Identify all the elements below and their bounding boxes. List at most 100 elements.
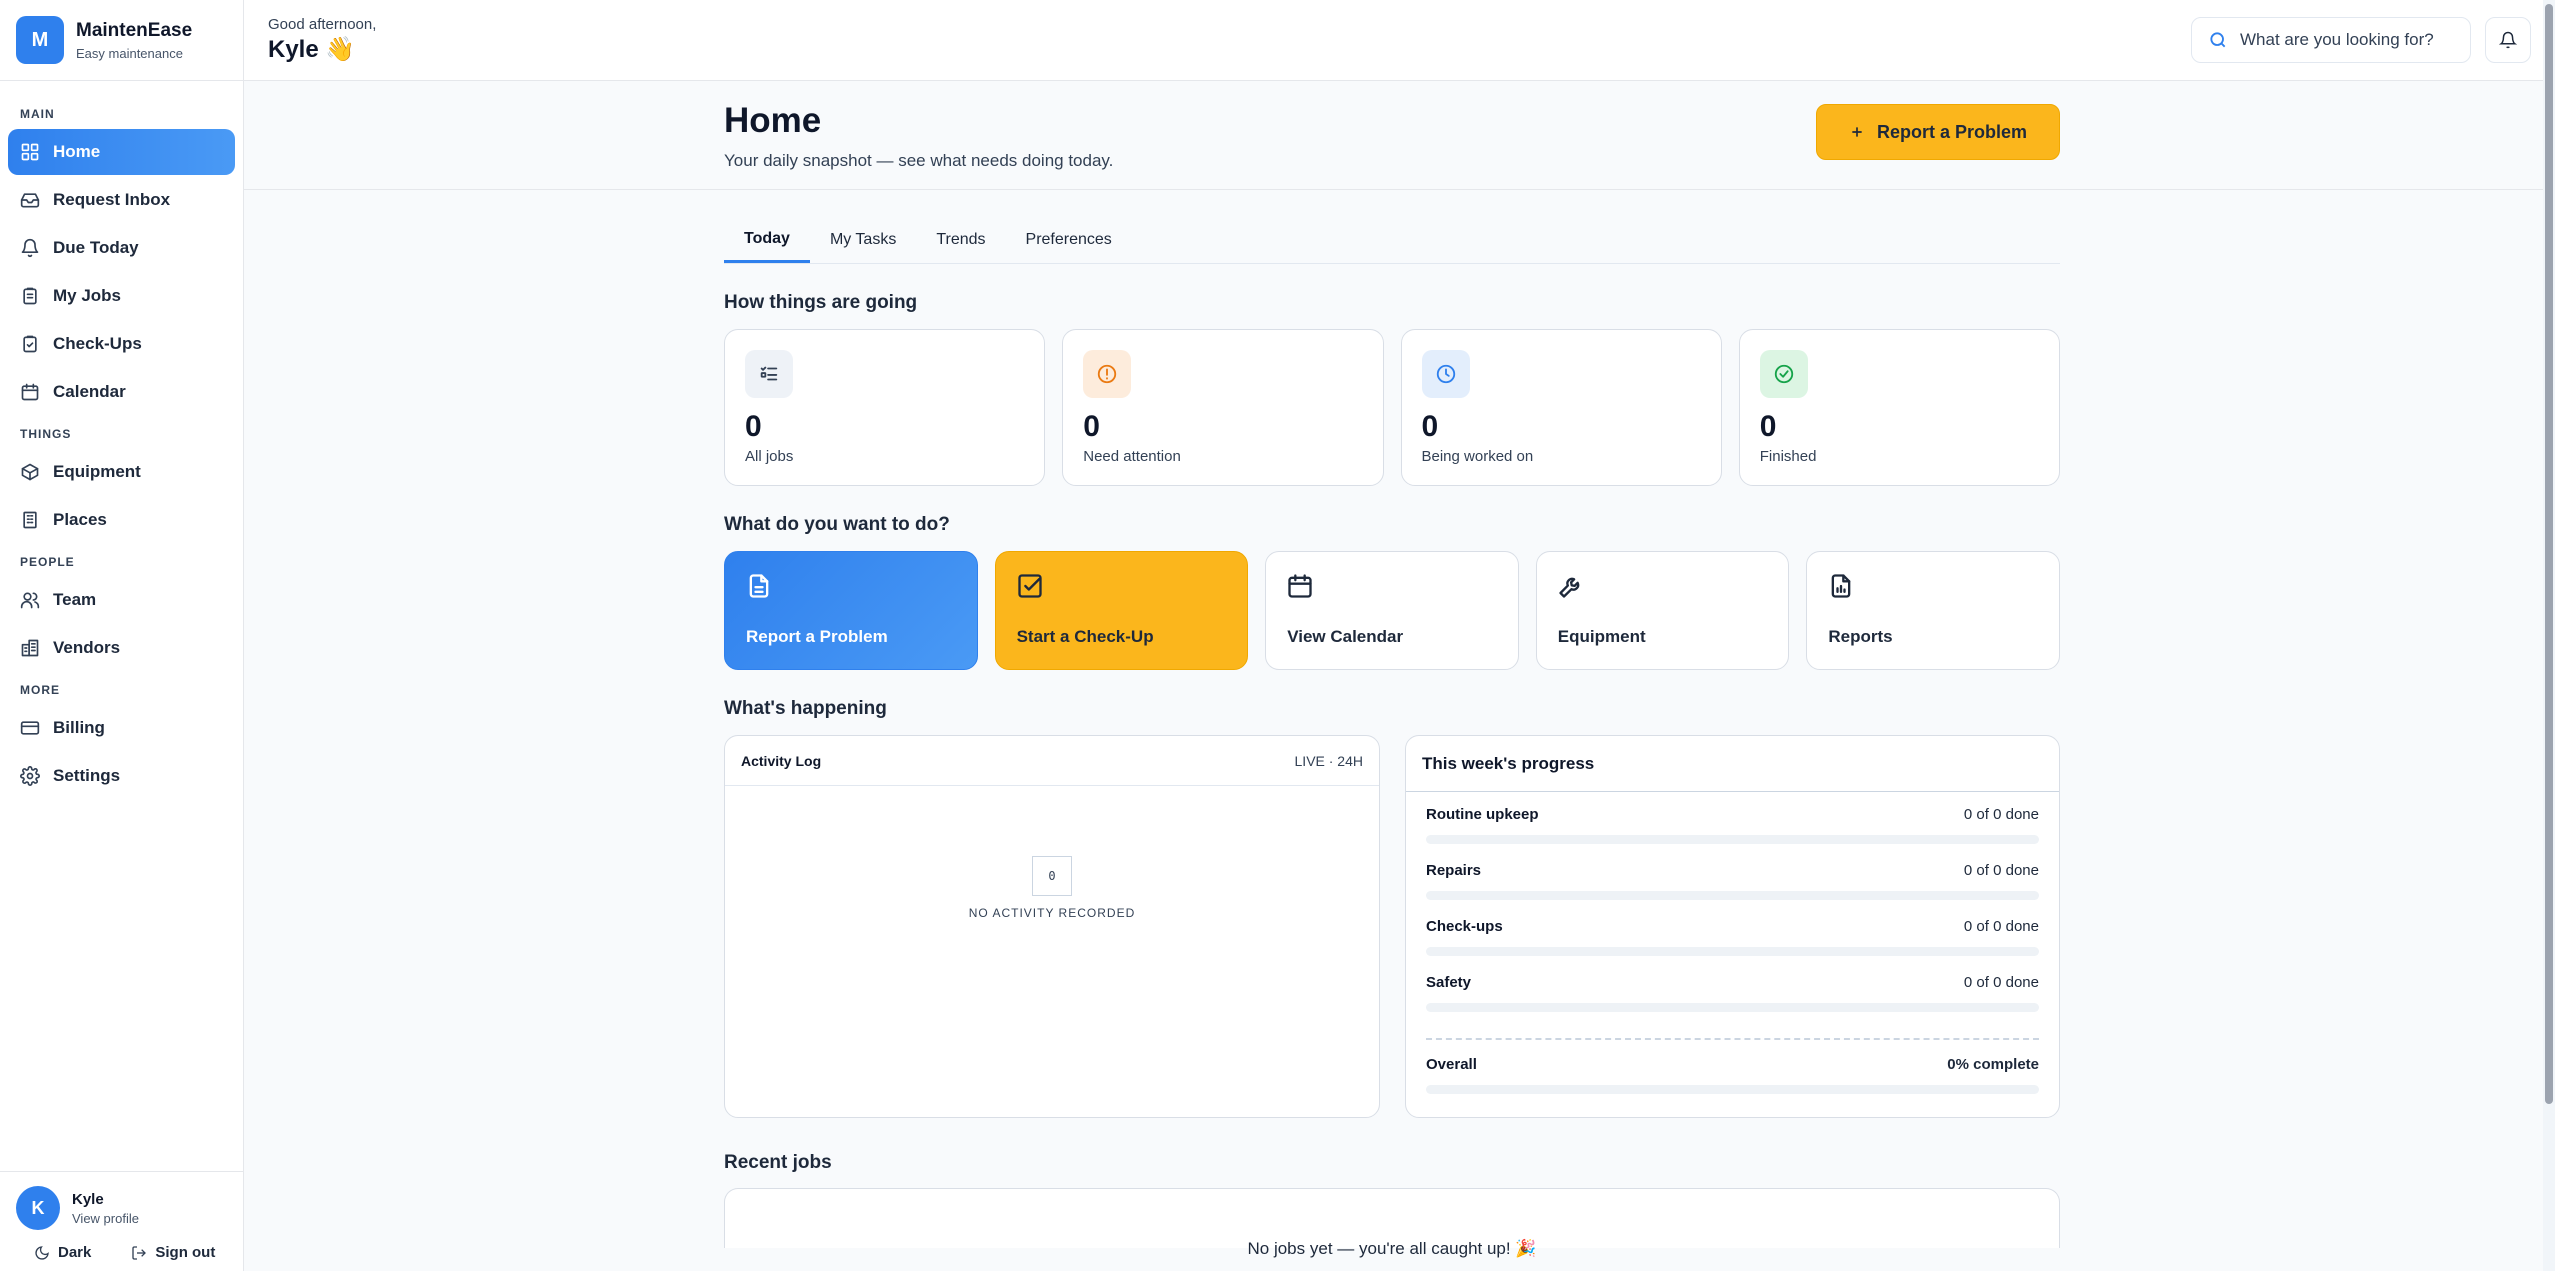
sidebar-item-request-inbox[interactable]: Request Inbox xyxy=(8,177,235,223)
activity-count: 0 xyxy=(1032,856,1072,896)
action-reports[interactable]: Reports xyxy=(1806,551,2060,670)
action-view-calendar[interactable]: View Calendar xyxy=(1265,551,1519,670)
progress-row-repairs: Repairs 0 of 0 done xyxy=(1426,862,2039,918)
action-start-a-check-up[interactable]: Start a Check-Up xyxy=(994,551,1249,670)
tab-today[interactable]: Today xyxy=(724,230,810,263)
plus-icon xyxy=(1852,127,1862,137)
activity-log-panel: Activity Log LIVE · 24H 0 NO ACTIVITY RE… xyxy=(724,735,1380,1118)
sidebar-item-places[interactable]: Places xyxy=(8,497,235,543)
brand-logo: M xyxy=(16,16,64,64)
checkbox-icon xyxy=(1017,574,1042,598)
brand-tagline: Easy maintenance xyxy=(76,45,183,61)
scrollbar-thumb[interactable] xyxy=(2545,4,2553,1104)
progress-name: Safety xyxy=(1426,974,1472,991)
activity-log-title: Activity Log xyxy=(741,752,822,769)
progress-bar xyxy=(1426,835,2039,844)
stat-label: Finished xyxy=(1759,448,1817,465)
bell-icon xyxy=(21,238,39,258)
stat-label: All jobs xyxy=(745,448,794,465)
sidebar-item-label: Home xyxy=(53,142,101,161)
progress-name: Routine upkeep xyxy=(1426,806,1539,823)
topbar: Good afternoon, Kyle 👋 xyxy=(244,0,2555,81)
main: Good afternoon, Kyle 👋 Home Your daily s… xyxy=(244,0,2555,1271)
action-label: Start a Check-Up xyxy=(1016,627,1154,646)
notifications-button[interactable] xyxy=(2485,17,2531,63)
stat-icon-wrap xyxy=(1421,350,1470,398)
stat-card-being-worked-on[interactable]: 0 Being worked on xyxy=(1400,329,1722,486)
stat-label: Need attention xyxy=(1083,448,1181,465)
progress-bar xyxy=(1426,947,2039,956)
profile-link[interactable]: K Kyle View profile xyxy=(16,1186,227,1230)
sidebar-item-check-ups[interactable]: Check-Ups xyxy=(8,321,235,367)
progress-value: 0 of 0 done xyxy=(1963,862,2039,879)
sign-out-button[interactable]: Sign out xyxy=(131,1244,215,1261)
greeting: Good afternoon, xyxy=(268,16,377,33)
building-icon xyxy=(23,511,37,529)
progress-list: Routine upkeep 0 of 0 done Repairs 0 of 0 d… xyxy=(1406,792,2059,1094)
action-report-a-problem[interactable]: Report a Problem xyxy=(724,551,978,670)
dark-mode-label: Dark xyxy=(58,1244,92,1261)
brand[interactable]: M MaintenEase Easy maintenance xyxy=(0,0,243,81)
dark-mode-button[interactable]: Dark xyxy=(34,1244,91,1261)
sidebar-item-calendar[interactable]: Calendar xyxy=(8,369,235,415)
grid-icon xyxy=(21,143,39,161)
tab-trends[interactable]: Trends xyxy=(916,231,1005,263)
sidebar-item-my-jobs[interactable]: My Jobs xyxy=(8,273,235,319)
sign-out-label: Sign out xyxy=(155,1244,216,1261)
sidebar-item-label: My Jobs xyxy=(53,286,122,305)
clipboard-check-icon xyxy=(23,335,37,353)
page-subtitle: Your daily snapshot — see what needs doi… xyxy=(724,151,1114,170)
sidebar-item-due-today[interactable]: Due Today xyxy=(8,225,235,271)
nav-section-more: MORE xyxy=(20,683,60,697)
tab-preferences[interactable]: Preferences xyxy=(1006,231,1132,263)
stat-card-all-jobs[interactable]: 0 All jobs xyxy=(724,329,1046,486)
activity-empty-text: NO ACTIVITY RECORDED xyxy=(968,906,1136,920)
report-problem-button[interactable]: Report a Problem xyxy=(1815,104,2060,160)
progress-name: Overall xyxy=(1426,1056,1477,1073)
tab-my-tasks[interactable]: My Tasks xyxy=(810,231,916,263)
sidebar-nav: MAIN Home Request Inbox Due Today My Jobs Che… xyxy=(0,81,243,799)
sidebar-item-vendors[interactable]: Vendors xyxy=(8,625,235,671)
stat-value: 0 xyxy=(1421,410,1439,443)
stat-card-need-attention[interactable]: 0 Need attention xyxy=(1062,329,1384,486)
stats-grid: 0 All jobs 0 Need attention 0 Being worked on… xyxy=(724,329,2060,486)
sidebar-footer: K Kyle View profile Dark Sign out xyxy=(0,1171,243,1271)
progress-row-check-ups: Check-ups 0 of 0 done xyxy=(1426,918,2039,974)
tab-bar: Today My Tasks Trends Preferences xyxy=(724,190,2060,264)
search-box[interactable] xyxy=(2191,17,2471,63)
page-title: Home xyxy=(724,101,822,140)
sidebar-item-equipment[interactable]: Equipment xyxy=(8,449,235,495)
nav-section-things: THINGS xyxy=(20,427,72,441)
sidebar-item-label: Settings xyxy=(53,766,121,785)
action-equipment[interactable]: Equipment xyxy=(1535,551,1790,670)
sidebar-item-settings[interactable]: Settings xyxy=(8,753,235,799)
progress-row-safety: Safety 0 of 0 done xyxy=(1426,974,2039,1030)
search-input[interactable] xyxy=(2240,30,2450,50)
clipboard-icon xyxy=(23,287,37,305)
sidebar-item-label: Billing xyxy=(53,718,105,737)
search-icon xyxy=(2210,32,2226,48)
progress-value: 0 of 0 done xyxy=(1963,918,2039,935)
live-badge: LIVE · 24H xyxy=(1294,752,1363,769)
profile-name: Kyle xyxy=(72,1190,104,1208)
nav-section-people: PEOPLE xyxy=(20,555,75,569)
progress-bar xyxy=(1426,1003,2039,1012)
box-icon xyxy=(21,463,39,481)
calendar-icon xyxy=(1288,574,1312,598)
sidebar-item-team[interactable]: Team xyxy=(8,577,235,623)
wrench-icon xyxy=(1559,577,1580,598)
stat-card-finished[interactable]: 0 Finished xyxy=(1738,329,2060,486)
progress-title: This week's progress xyxy=(1406,736,2059,792)
stat-label: Being worked on xyxy=(1421,448,1534,465)
sidebar-item-billing[interactable]: Billing xyxy=(8,705,235,751)
progress-value: 0 of 0 done xyxy=(1963,974,2039,991)
report-icon xyxy=(1832,574,1851,598)
sidebar-item-home[interactable]: Home xyxy=(8,129,235,175)
document-icon xyxy=(749,574,769,598)
credit-card-icon xyxy=(20,721,40,735)
progress-row-routine-upkeep: Routine upkeep 0 of 0 done xyxy=(1426,806,2039,862)
action-label: Equipment xyxy=(1557,627,1646,646)
scrollbar[interactable] xyxy=(2543,0,2555,1271)
report-problem-label: Report a Problem xyxy=(1876,121,2027,142)
nav-section-main: MAIN xyxy=(20,107,55,121)
